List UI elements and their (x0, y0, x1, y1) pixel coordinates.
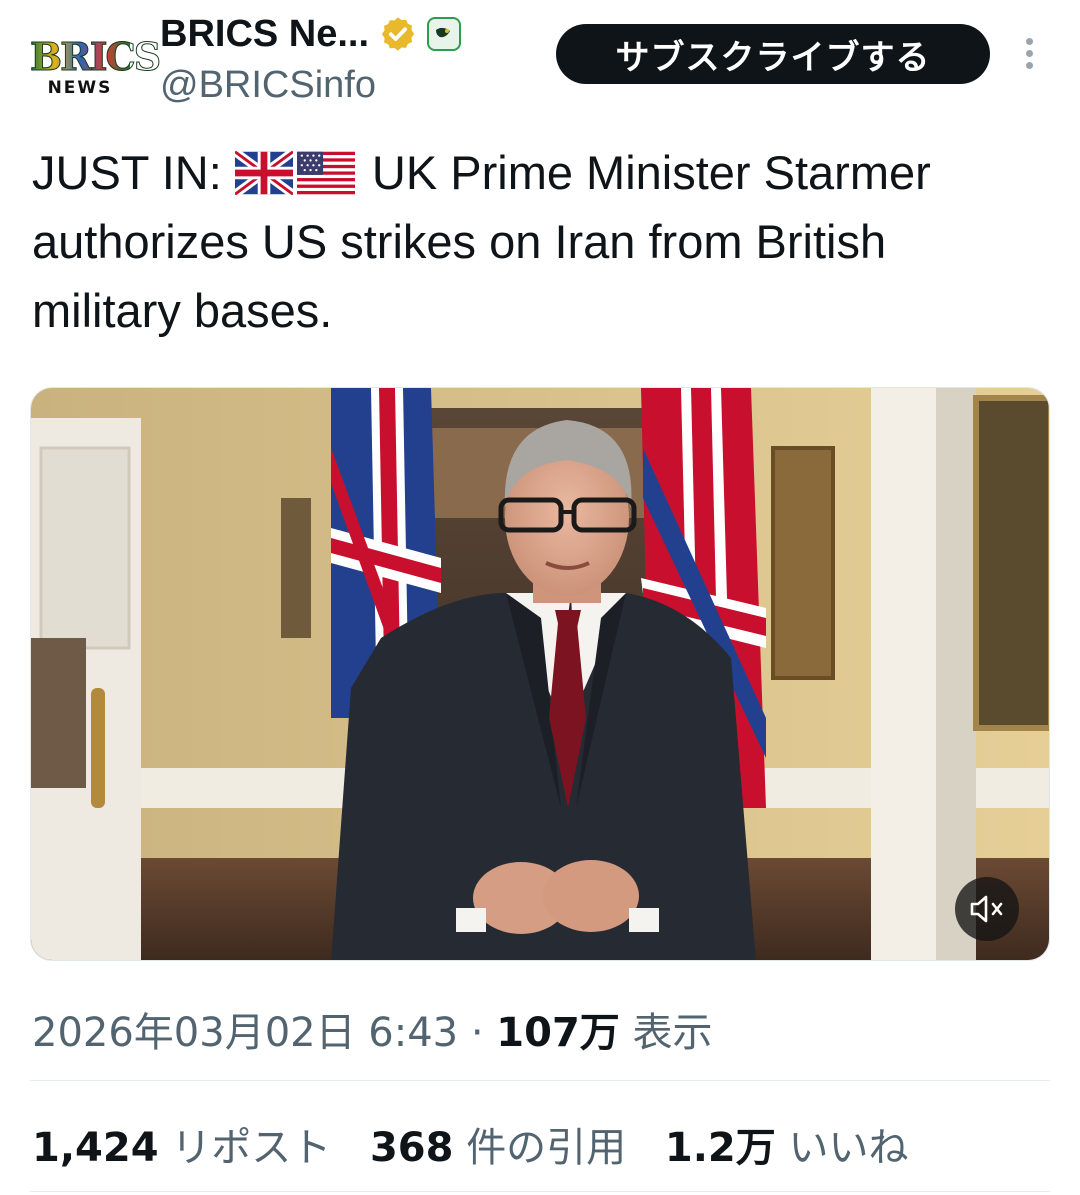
tweet-prefix: JUST IN: (32, 146, 222, 199)
subscribe-button[interactable]: サブスクライブする (556, 24, 990, 84)
views-label: 表示 (632, 1010, 713, 1056)
reposts-label: リポスト (171, 1125, 332, 1171)
likes-stat[interactable]: 1.2万 いいね (665, 1125, 909, 1171)
uk-flag-icon (232, 144, 296, 198)
verified-badge-icon[interactable] (379, 15, 417, 53)
divider-bottom (30, 1191, 1050, 1192)
tweet-meta: 2026年03月02日 6:43 · 107万 表示 (32, 1000, 713, 1058)
video-player[interactable] (30, 387, 1050, 961)
quotes-stat[interactable]: 368 件の引用 (370, 1125, 639, 1171)
avatar-brics-text: BRICS (30, 34, 162, 80)
volume-muted-icon[interactable] (955, 877, 1019, 941)
display-name[interactable]: BRICS Ne... (160, 13, 369, 56)
divider (30, 1080, 1050, 1081)
reposts-stat[interactable]: 1,424 リポスト (32, 1125, 344, 1171)
us-flag-icon (296, 144, 355, 195)
quotes-label: 件の引用 (466, 1125, 627, 1171)
video-frame (31, 388, 1049, 960)
quotes-count: 368 (369, 1125, 454, 1171)
tweet-text: JUST IN: UK Prime Minister Starmer autho… (32, 138, 1042, 345)
likes-label: いいね (788, 1125, 909, 1171)
reposts-count: 1,424 (32, 1125, 159, 1171)
engagement-stats: 1,424 リポスト 368 件の引用 1.2万 いいね (32, 1115, 934, 1173)
avatar-news-text: NEWS (47, 78, 113, 98)
name-row: BRICS Ne... (160, 12, 462, 56)
user-handle[interactable]: @BRICSinfo (160, 64, 376, 107)
affiliate-badge-icon[interactable] (427, 17, 462, 51)
meta-separator: · (470, 1010, 484, 1056)
avatar[interactable]: BRICS NEWS (30, 32, 162, 102)
likes-count: 1.2万 (664, 1125, 776, 1171)
tweet-timestamp[interactable]: 2026年03月02日 6:43 (32, 1010, 458, 1056)
views-count: 107万 (496, 1010, 620, 1056)
more-vertical-icon[interactable] (1019, 38, 1039, 74)
